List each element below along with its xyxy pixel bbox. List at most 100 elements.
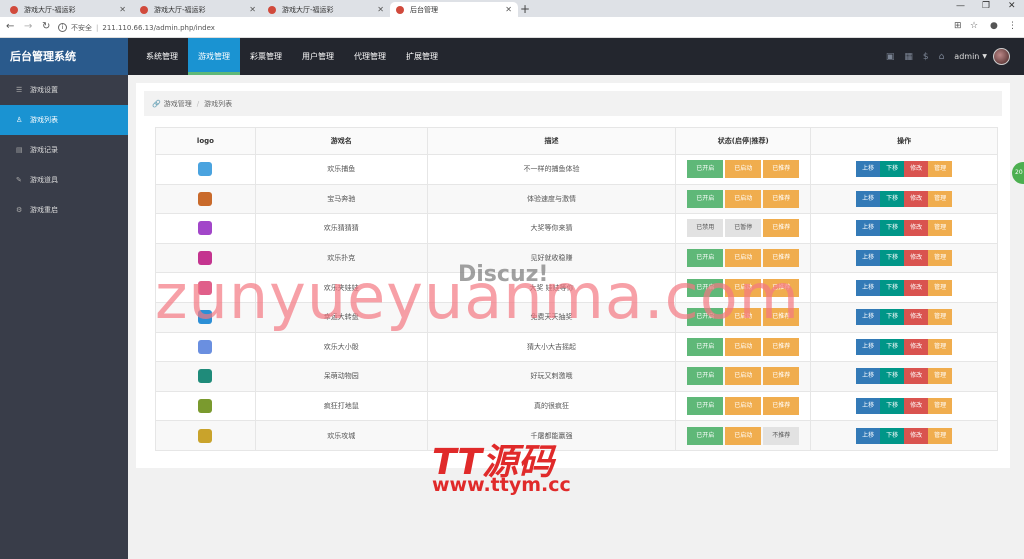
sidebar-item-game-restart[interactable]: ⚙ 游戏重启: [0, 195, 128, 225]
nav-item-users[interactable]: 用户管理: [292, 38, 344, 75]
edit-button[interactable]: 修改: [904, 250, 929, 267]
sidebar-item-game-props[interactable]: ✎ 游戏道具: [0, 165, 128, 195]
status-toggle-button[interactable]: 已启动: [725, 337, 762, 356]
close-tab-icon[interactable]: ✕: [377, 5, 384, 14]
status-toggle-button[interactable]: 已开启: [687, 189, 724, 208]
info-icon[interactable]: i: [58, 23, 67, 32]
browser-tab[interactable]: 游戏大厅-福运彩 ✕: [262, 2, 390, 17]
status-toggle-button[interactable]: 已启动: [725, 367, 762, 386]
url-field[interactable]: i 不安全 | 211.110.66.13/admin.php/index: [58, 20, 938, 35]
caret-down-icon[interactable]: ▼: [982, 53, 987, 60]
status-toggle-button[interactable]: 已启动: [725, 397, 762, 416]
move-down-button[interactable]: 下移: [880, 427, 905, 444]
manage-button[interactable]: 管理: [928, 250, 953, 267]
move-up-button[interactable]: 上移: [856, 220, 881, 237]
edit-button[interactable]: 修改: [904, 279, 929, 296]
profile-icon[interactable]: ●: [990, 21, 998, 31]
edit-button[interactable]: 修改: [904, 427, 929, 444]
edit-button[interactable]: 修改: [904, 398, 929, 415]
home-icon[interactable]: ⌂: [939, 52, 945, 62]
manage-button[interactable]: 管理: [928, 161, 953, 178]
status-toggle-button[interactable]: 已暂停: [725, 219, 762, 238]
move-down-button[interactable]: 下移: [880, 250, 905, 267]
status-toggle-button[interactable]: 已启动: [725, 426, 762, 445]
move-down-button[interactable]: 下移: [880, 398, 905, 415]
scrollbar[interactable]: [1018, 75, 1024, 559]
status-toggle-button[interactable]: 已开启: [687, 397, 724, 416]
nav-item-lottery[interactable]: 彩票管理: [240, 38, 292, 75]
move-down-button[interactable]: 下移: [880, 190, 905, 207]
move-down-button[interactable]: 下移: [880, 279, 905, 296]
menu-kebab-icon[interactable]: ⋮: [1008, 21, 1017, 31]
grid-icon[interactable]: ▦: [904, 52, 913, 62]
nav-item-agents[interactable]: 代理管理: [344, 38, 396, 75]
sidebar-item-game-records[interactable]: ▤ 游戏记录: [0, 135, 128, 165]
move-up-button[interactable]: 上移: [856, 309, 881, 326]
manage-button[interactable]: 管理: [928, 309, 953, 326]
edit-button[interactable]: 修改: [904, 161, 929, 178]
manage-button[interactable]: 管理: [928, 338, 953, 355]
browser-tab[interactable]: 游戏大厅-福运彩 ✕: [134, 2, 262, 17]
move-down-button[interactable]: 下移: [880, 368, 905, 385]
sidebar-item-game-list[interactable]: ♙ 游戏列表: [0, 105, 128, 135]
move-up-button[interactable]: 上移: [856, 279, 881, 296]
edit-button[interactable]: 修改: [904, 309, 929, 326]
close-tab-icon[interactable]: ✕: [119, 5, 126, 14]
screen-icon[interactable]: ▣: [886, 52, 895, 62]
manage-button[interactable]: 管理: [928, 427, 953, 444]
new-tab-icon[interactable]: +: [520, 2, 530, 16]
close-tab-icon[interactable]: ✕: [505, 5, 512, 14]
move-up-button[interactable]: 上移: [856, 161, 881, 178]
dollar-icon[interactable]: $: [923, 52, 929, 62]
status-toggle-button[interactable]: 已推荐: [763, 367, 800, 386]
sidebar-item-game-settings[interactable]: ☰ 游戏设置: [0, 75, 128, 105]
browser-tab[interactable]: 游戏大厅-福运彩 ✕: [4, 2, 132, 17]
status-toggle-button[interactable]: 已推荐: [763, 219, 800, 238]
move-up-button[interactable]: 上移: [856, 250, 881, 267]
nav-item-extensions[interactable]: 扩展管理: [396, 38, 448, 75]
move-up-button[interactable]: 上移: [856, 427, 881, 444]
avatar[interactable]: [993, 48, 1010, 65]
status-toggle-button[interactable]: 已启动: [725, 189, 762, 208]
move-down-button[interactable]: 下移: [880, 220, 905, 237]
move-down-button[interactable]: 下移: [880, 309, 905, 326]
close-window-icon[interactable]: ✕: [1008, 1, 1016, 11]
status-toggle-button[interactable]: 已禁用: [687, 219, 724, 238]
translate-icon[interactable]: ⊞: [954, 21, 962, 31]
status-toggle-button[interactable]: 已启动: [725, 160, 762, 179]
nav-item-games[interactable]: 游戏管理: [188, 38, 240, 75]
reload-icon[interactable]: ↻: [42, 21, 50, 32]
nav-item-system[interactable]: 系统管理: [136, 38, 188, 75]
status-toggle-button[interactable]: 已推荐: [763, 160, 800, 179]
status-toggle-button[interactable]: 已开启: [687, 426, 724, 445]
manage-button[interactable]: 管理: [928, 220, 953, 237]
edit-button[interactable]: 修改: [904, 338, 929, 355]
browser-tab-active[interactable]: 后台管理 ✕: [390, 2, 518, 17]
breadcrumb-parent[interactable]: 游戏管理: [164, 99, 192, 109]
move-down-button[interactable]: 下移: [880, 338, 905, 355]
move-down-button[interactable]: 下移: [880, 161, 905, 178]
status-toggle-button[interactable]: 已开启: [687, 160, 724, 179]
manage-button[interactable]: 管理: [928, 190, 953, 207]
status-toggle-button[interactable]: 已推荐: [763, 189, 800, 208]
forward-icon[interactable]: →: [24, 21, 32, 32]
bookmark-star-icon[interactable]: ☆: [970, 21, 978, 31]
status-toggle-button[interactable]: 不推荐: [763, 426, 800, 445]
user-menu[interactable]: admin: [954, 52, 979, 61]
edit-button[interactable]: 修改: [904, 190, 929, 207]
manage-button[interactable]: 管理: [928, 398, 953, 415]
status-toggle-button[interactable]: 已推荐: [763, 337, 800, 356]
edit-button[interactable]: 修改: [904, 220, 929, 237]
back-icon[interactable]: ←: [6, 21, 14, 32]
manage-button[interactable]: 管理: [928, 368, 953, 385]
status-toggle-button[interactable]: 已推荐: [763, 397, 800, 416]
move-up-button[interactable]: 上移: [856, 368, 881, 385]
maximize-icon[interactable]: ❐: [982, 1, 990, 11]
edit-button[interactable]: 修改: [904, 368, 929, 385]
move-up-button[interactable]: 上移: [856, 190, 881, 207]
status-toggle-button[interactable]: 已开启: [687, 337, 724, 356]
close-tab-icon[interactable]: ✕: [249, 5, 256, 14]
minimize-icon[interactable]: —: [956, 1, 965, 11]
move-up-button[interactable]: 上移: [856, 398, 881, 415]
move-up-button[interactable]: 上移: [856, 338, 881, 355]
